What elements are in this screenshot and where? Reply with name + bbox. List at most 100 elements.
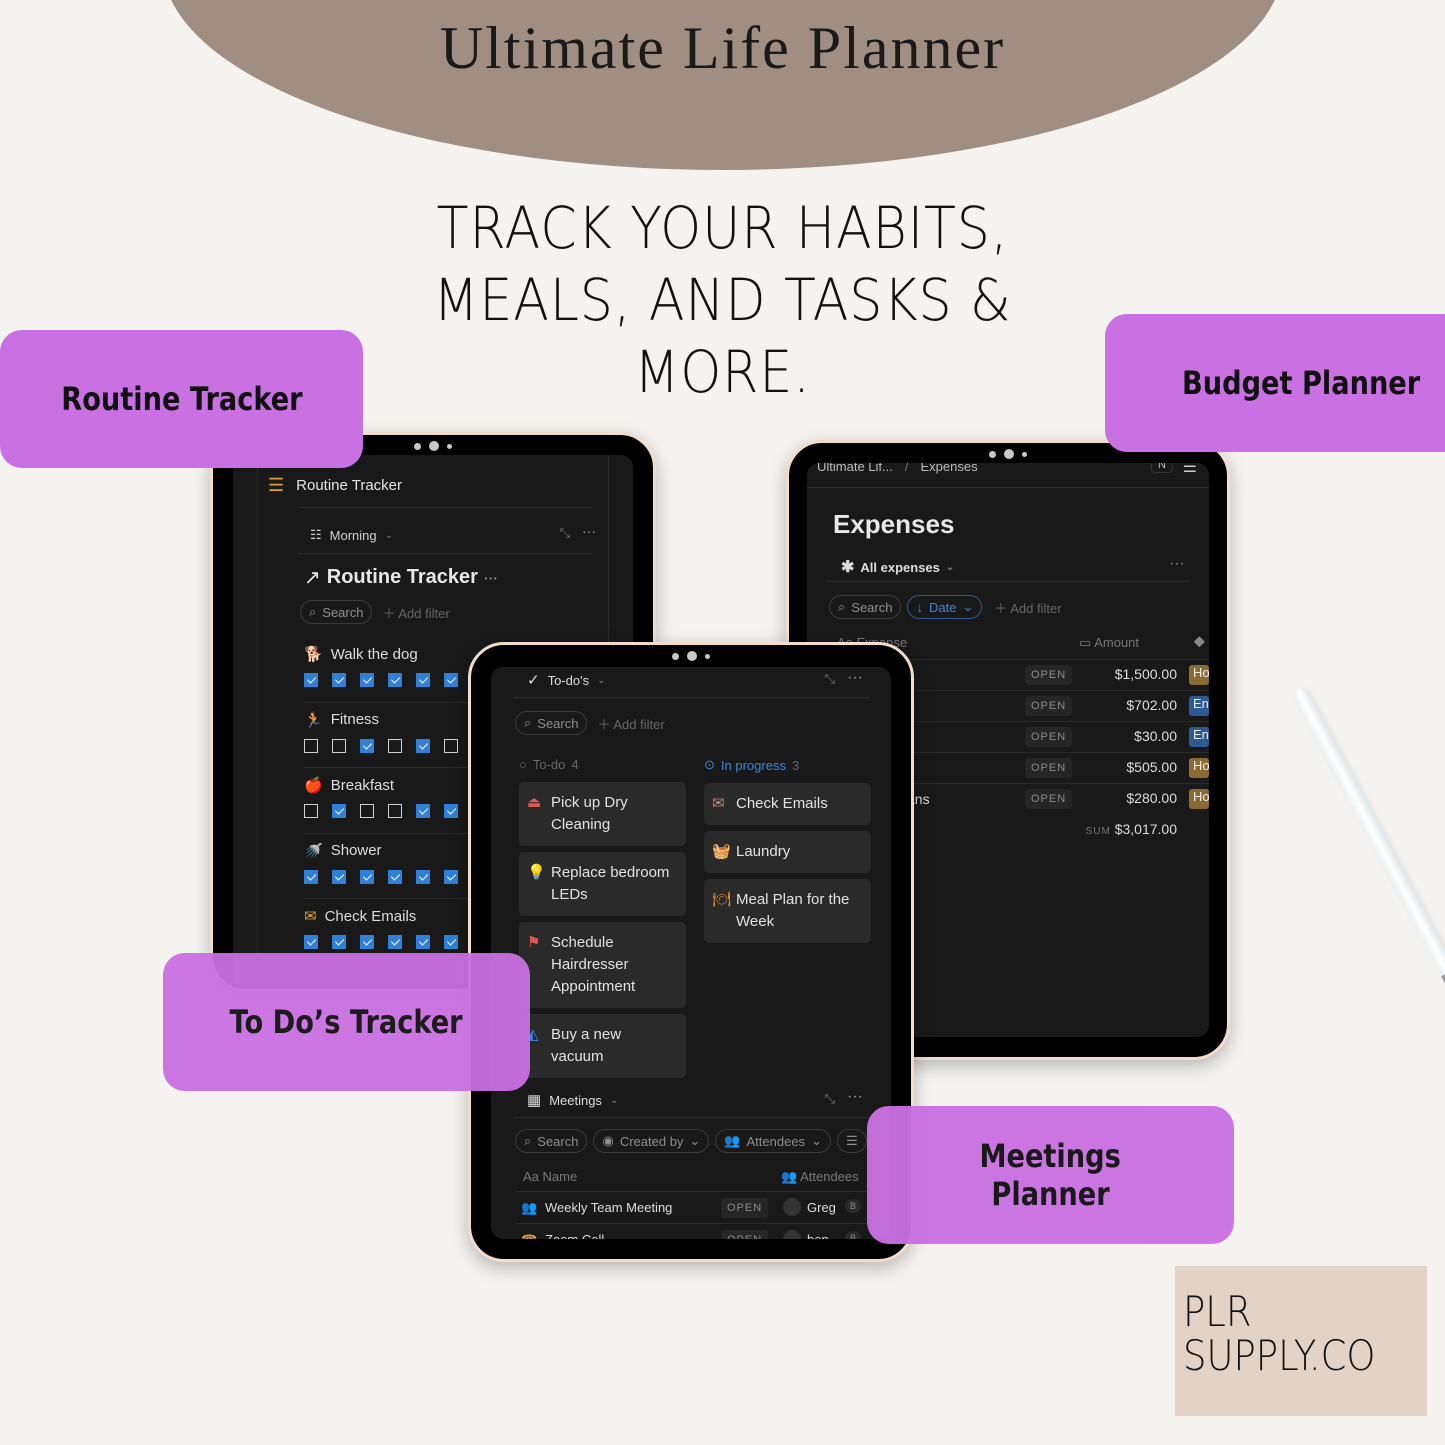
checkbox[interactable] [304,869,318,884]
tag-icon: ⬥ [1193,633,1205,650]
open-button[interactable]: OPEN [1025,789,1073,809]
task-card[interactable]: 🧺 Laundry [704,831,871,873]
checkbox[interactable] [332,673,346,687]
checkbox[interactable] [304,804,318,818]
checkbox[interactable] [388,869,402,884]
checkbox[interactable] [444,673,458,687]
search-button[interactable]: ⌕ Search [300,600,373,624]
col-name[interactable]: Aa Name [523,1169,577,1184]
add-filter-button[interactable]: ＋ Add filter [597,714,664,733]
meeting-row[interactable]: 👥 Weekly Team Meeting OPEN Greg B [515,1191,891,1223]
created-by-filter[interactable]: ◉ Created by ⌄ [593,1129,710,1153]
checkbox[interactable] [388,738,402,753]
open-button[interactable]: OPEN [1025,696,1073,716]
search-button[interactable]: ⌕ Search [515,711,588,735]
sort-date-button[interactable]: ↓ Date ⌄ [907,595,983,619]
label-todos-tracker: To Do’s Tracker [163,953,530,1091]
open-button[interactable]: OPEN [1025,665,1073,685]
col-attendees[interactable]: 👥 Attendees [781,1169,859,1185]
view-selector[interactable]: ✱ All expenses ⌄ [841,557,954,577]
checkbox[interactable] [360,738,374,753]
more-icon[interactable]: ··· [1169,555,1185,573]
menu-icon[interactable]: ☰ [1183,463,1197,477]
more-icon[interactable]: ··· [847,669,863,687]
task-card[interactable]: ⏏ Pick up Dry Cleaning [519,782,686,846]
tagline: TRACK YOUR HABITS, MEALS, AND TASKS & MO… [396,192,1049,408]
list-icon: ☷ [310,527,322,542]
checkbox[interactable] [388,935,402,949]
meetings-view-selector[interactable]: ▦ Meetings ⌄ [527,1091,618,1109]
col-amount[interactable]: ▭ Amount [1079,635,1139,651]
checkbox[interactable] [332,738,346,753]
checkbox[interactable] [304,935,318,949]
checkbox[interactable] [388,673,402,687]
column-count: 4 [571,757,579,772]
open-button[interactable]: OPEN [721,1198,769,1218]
more-icon[interactable]: ··· [847,1088,863,1106]
checkbox[interactable] [304,738,318,753]
checkbox[interactable] [416,935,430,949]
view-selector[interactable]: ✓ To-do's ⌄ [527,671,605,689]
checkbox[interactable] [332,869,346,884]
label-meetings-planner: Meetings Planner [867,1106,1234,1244]
search-button[interactable]: ⌕ Search [515,1129,588,1153]
attendees-filter[interactable]: 👥 Attendees ⌄ [715,1129,831,1153]
add-filter-button[interactable]: ＋ Add filter [994,598,1061,617]
checkbox[interactable] [444,935,458,949]
task-card[interactable]: 🍽 Meal Plan for the Week [704,879,871,943]
checkbox[interactable] [332,804,346,818]
add-filter-button[interactable]: ＋ Add filter [382,603,449,622]
attendee-name: ben [807,1232,829,1239]
checkbox[interactable] [360,935,374,949]
more-icon[interactable]: ··· [582,523,596,539]
checkbox[interactable] [416,673,430,687]
checkbox[interactable] [360,804,374,818]
breadcrumb-item[interactable]: Ultimate Lif... [817,463,893,474]
task-card[interactable]: 💡 Replace bedroom LEDs [519,852,686,916]
search-button[interactable]: ⌕ Search [829,595,902,619]
open-button[interactable]: OPEN [1025,758,1073,778]
task-card[interactable]: ✉ Check Emails [704,783,871,825]
breadcrumb-item[interactable]: Expenses [920,463,977,474]
more-icon[interactable]: ··· [484,570,498,586]
open-button[interactable]: OPEN [1025,727,1073,747]
checkbox[interactable] [304,673,318,687]
meeting-row[interactable]: ☎ Zoom Call OPEN ben B [515,1223,891,1239]
checkbox[interactable] [388,804,402,818]
habit-name[interactable]: Breakfast [331,777,394,794]
checkbox[interactable] [416,869,430,884]
habit-name[interactable]: Shower [331,842,382,859]
list-filter[interactable]: ☰ [836,1129,867,1153]
page-title[interactable]: Routine Tracker [296,477,402,494]
notion-icon[interactable]: N [1151,463,1173,473]
expand-icon[interactable]: ⤡ [825,1091,835,1107]
checkbox[interactable] [444,804,458,818]
open-button[interactable]: OPEN [721,1230,769,1239]
checkbox[interactable] [332,935,346,949]
people-icon: 👥 [724,1133,741,1148]
habit-name[interactable]: Fitness [331,711,379,728]
checkbox[interactable] [444,738,458,753]
camera [414,441,452,451]
expand-icon[interactable]: ⤡ [825,671,835,687]
habit-name[interactable]: Check Emails [325,908,417,925]
view-selector[interactable]: ☷ Morning ⌄ [310,527,393,543]
chevron-down-icon: ⌄ [962,599,974,614]
chevron-down-icon: ⌄ [689,1133,701,1148]
checkbox[interactable] [360,869,374,884]
page-title: Expenses [833,509,955,539]
checkbox[interactable] [416,804,430,818]
expand-icon[interactable]: ⤡ [560,525,570,541]
checkbox[interactable] [416,738,430,753]
table-icon: ▦ [527,1092,542,1109]
task-card[interactable]: ◭ Buy a new vacuum [519,1014,686,1078]
category-tag: Ho [1189,789,1209,809]
task-card[interactable]: ⚑ Schedule Hairdresser Appointment [519,922,686,1008]
tagline-line: MORE. [634,338,811,406]
habit-name[interactable]: Walk the dog [331,646,418,663]
task-title: Check Emails [736,795,828,812]
task-title: Schedule Hairdresser Appointment [551,934,636,995]
checkbox[interactable] [444,869,458,884]
checkbox[interactable] [360,673,374,687]
db-title[interactable]: Routine Tracker [327,566,478,589]
